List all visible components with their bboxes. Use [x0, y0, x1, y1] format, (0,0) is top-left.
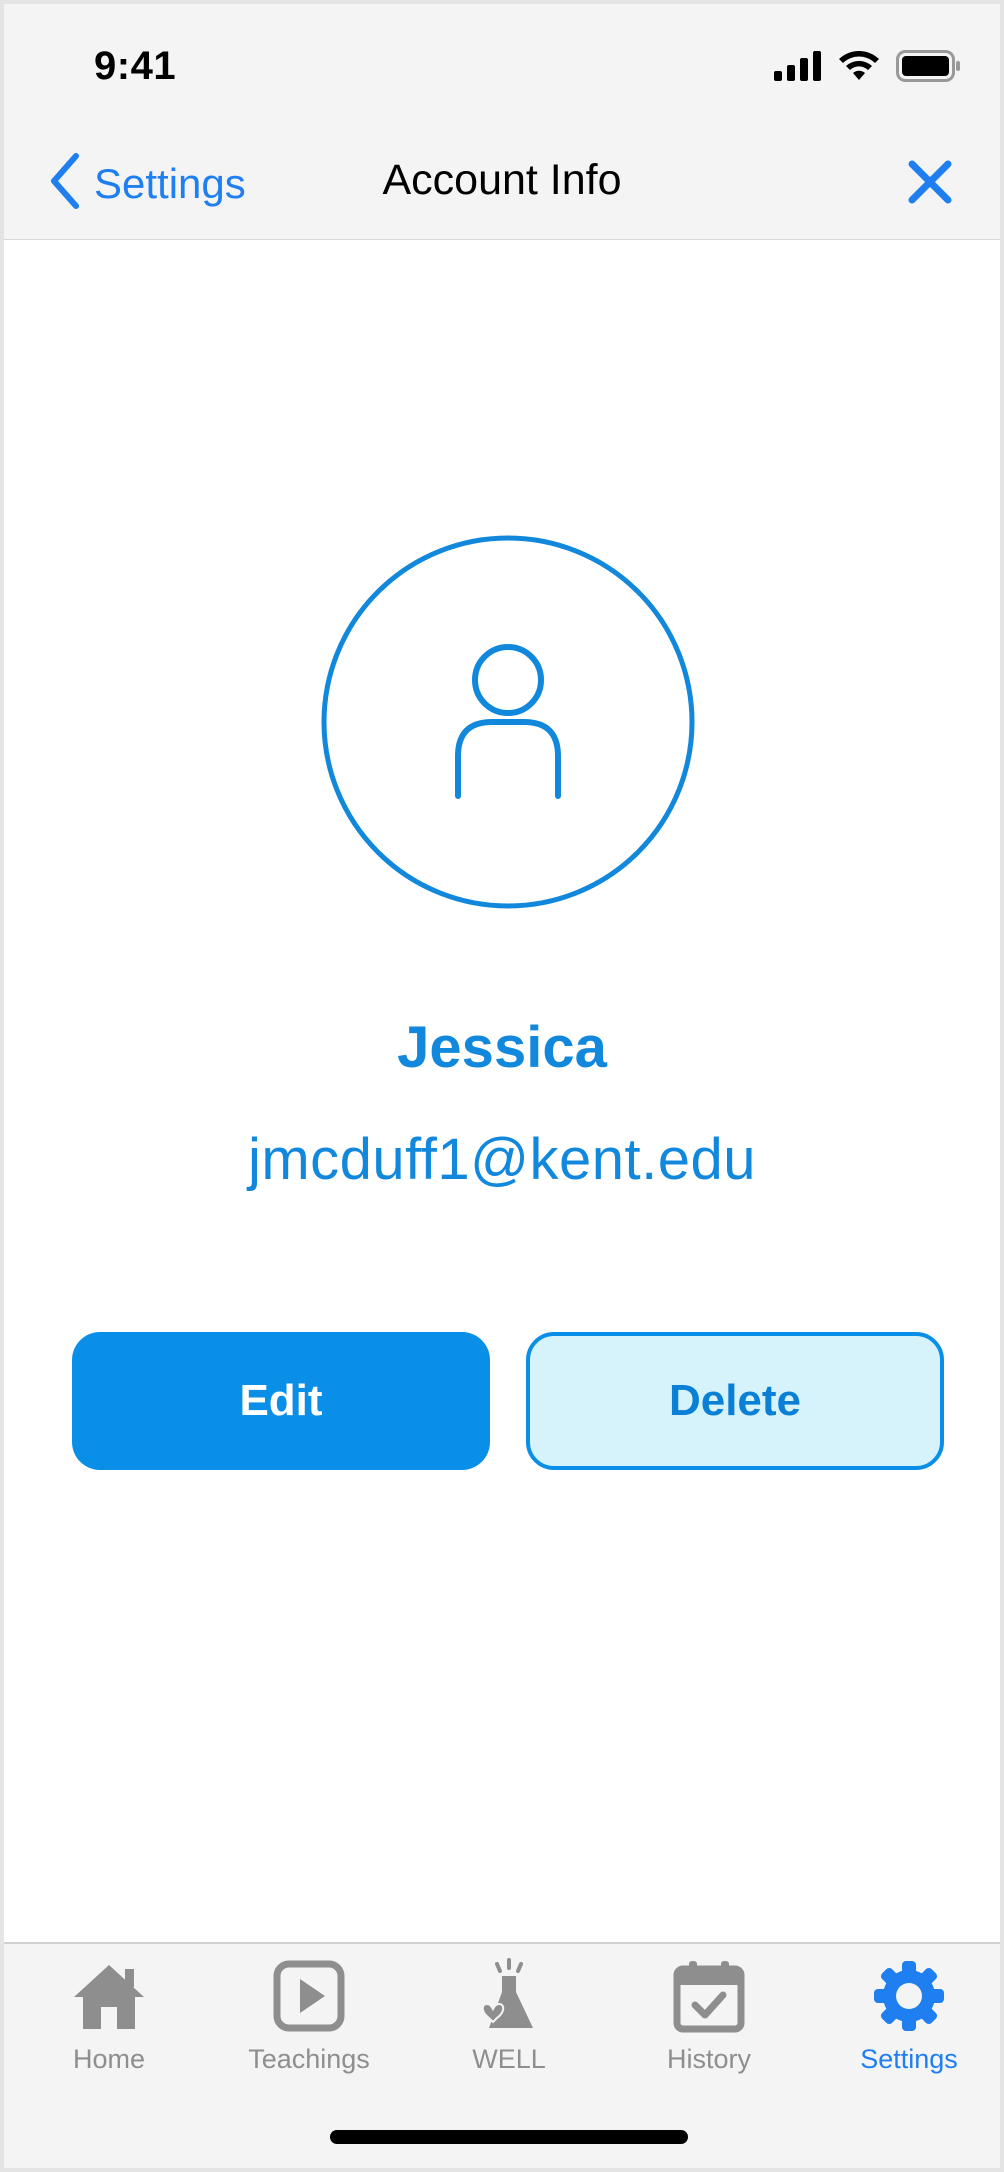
- tab-label-settings: Settings: [860, 2044, 958, 2074]
- user-name: Jessica: [397, 1015, 607, 1080]
- account-info-screen: 9:41 Settings Account Info Jessica jmcdu…: [0, 0, 1004, 2172]
- gear-icon: [869, 1956, 949, 2036]
- calendar-check-icon: [669, 1956, 749, 2036]
- close-button[interactable]: [906, 158, 954, 206]
- tab-history[interactable]: History: [624, 1956, 794, 2086]
- home-icon: [69, 1956, 149, 2036]
- status-icons: [774, 50, 962, 87]
- tab-bar: Home Teachings WELL History Settings: [4, 1942, 1000, 2168]
- tab-teachings[interactable]: Teachings: [224, 1956, 394, 2086]
- battery-icon: [896, 50, 962, 87]
- user-email: jmcduff1@kent.edu: [247, 1127, 757, 1192]
- delete-button[interactable]: Delete: [526, 1332, 944, 1470]
- navigation-bar: Settings Account Info: [4, 142, 1000, 222]
- play-icon: [269, 1956, 349, 2036]
- avatar: [320, 534, 696, 910]
- tab-label-home: Home: [72, 2044, 146, 2074]
- tab-label-well: WELL: [472, 2044, 546, 2074]
- cellular-signal-icon: [774, 51, 822, 86]
- tab-label-teachings: Teachings: [248, 2044, 370, 2074]
- home-indicator: [330, 2130, 688, 2144]
- status-time: 9:41: [94, 44, 177, 88]
- user-icon: [320, 535, 696, 914]
- tab-home[interactable]: Home: [24, 1956, 194, 2086]
- status-bar: 9:41: [4, 4, 1000, 124]
- well-flask-icon: [469, 1956, 549, 2036]
- page-title: Account Info: [382, 156, 622, 204]
- tab-label-history: History: [666, 2044, 751, 2074]
- tab-well[interactable]: WELL: [424, 1956, 594, 2086]
- close-icon: [906, 160, 954, 210]
- tab-settings[interactable]: Settings: [824, 1956, 994, 2086]
- top-area: 9:41 Settings Account Info: [4, 4, 1000, 240]
- wifi-icon: [838, 50, 880, 87]
- edit-button[interactable]: Edit: [72, 1332, 490, 1470]
